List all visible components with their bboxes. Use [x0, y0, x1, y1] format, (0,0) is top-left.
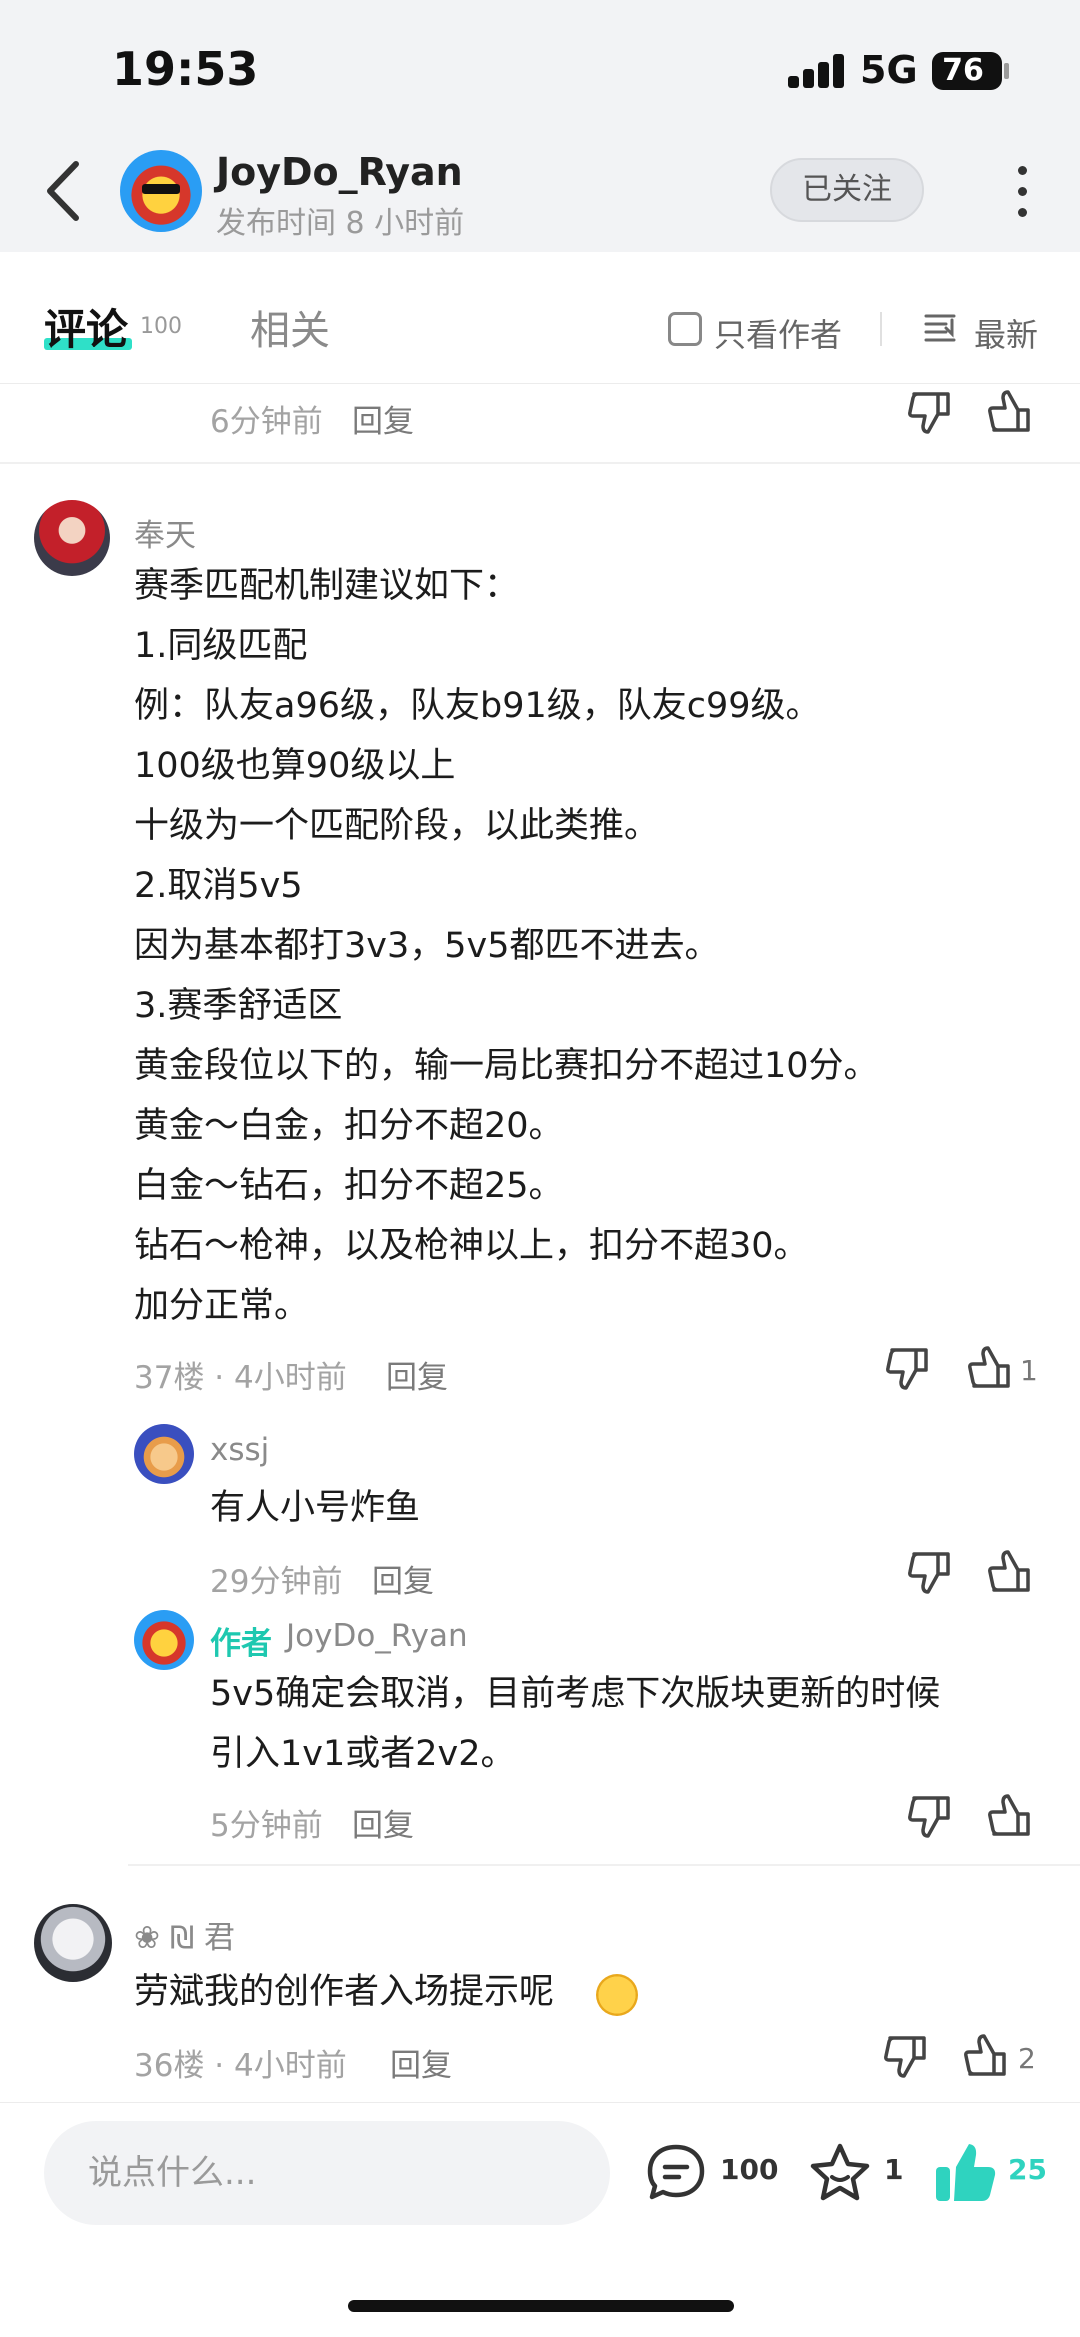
star-icon[interactable]	[808, 2141, 872, 2205]
author-badge: 作者	[210, 1626, 272, 1662]
comment-line: 3.赛季舒适区	[134, 986, 343, 1026]
commenter-name[interactable]: ❀ ₪ 君	[134, 1912, 235, 1957]
more-icon	[1018, 166, 1027, 175]
commenter-avatar[interactable]	[34, 500, 110, 576]
replier-avatar[interactable]	[134, 1610, 194, 1670]
dislike-icon[interactable]	[904, 1546, 956, 1598]
reply-line: 引入1v1或者2v2。	[210, 1734, 516, 1774]
like-total: 25	[1008, 2153, 1047, 2186]
like-icon[interactable]	[964, 1342, 1016, 1394]
comment-line: 黄金～白金，扣分不超20。	[134, 1106, 564, 1146]
like-icon[interactable]	[960, 2030, 1012, 2082]
comment-line: 白金～钻石，扣分不超25。	[134, 1166, 564, 1206]
reply-text: 有人小号炸鱼	[210, 1488, 421, 1528]
publish-time: 发布时间 8 小时前	[216, 206, 465, 241]
back-icon	[47, 161, 79, 221]
replier-avatar[interactable]	[134, 1424, 194, 1484]
sort-label[interactable]: 最新	[974, 310, 1038, 356]
sort-icon[interactable]	[924, 310, 958, 346]
dislike-icon[interactable]	[880, 2030, 932, 2082]
comment-line: 2.取消5v5	[134, 866, 303, 906]
comment-line: 钻石～枪神，以及枪神以上，扣分不超30。	[134, 1226, 809, 1266]
tab-comments[interactable]: 评论	[44, 296, 128, 357]
comments-count: 100	[140, 314, 182, 339]
checkbox-icon[interactable]	[668, 312, 702, 346]
reply-line: 5v5确定会取消，目前考虑下次版块更新的时候	[210, 1674, 941, 1714]
battery-cap	[1004, 63, 1009, 79]
signal-icon	[788, 54, 848, 88]
dislike-icon[interactable]	[882, 1342, 934, 1394]
replier-name[interactable]: xssj	[210, 1432, 269, 1468]
like-icon[interactable]	[984, 1546, 1036, 1598]
thumbs-up-filled-icon[interactable]	[934, 2141, 998, 2205]
commenter-name[interactable]: 奉天	[134, 510, 196, 555]
comment-input-box[interactable]	[44, 2121, 610, 2225]
author-name[interactable]: JoyDo_Ryan	[216, 150, 463, 194]
battery-level: 76	[942, 53, 984, 88]
comment-count: 100	[720, 2153, 779, 2186]
reply-button[interactable]: 回复	[390, 2040, 452, 2085]
battery-icon: 76	[932, 52, 1002, 90]
reply-button[interactable]: 回复	[352, 1800, 414, 1845]
comment-meta: 37楼 · 4小时前	[134, 1360, 347, 1396]
comment-input[interactable]	[44, 2121, 610, 2225]
reply-time: 29分钟前	[210, 1564, 343, 1600]
comment-line: 例：队友a96级，队友b91级，队友c99级。	[134, 686, 821, 726]
comment-line: 因为基本都打3v3，5v5都匹不进去。	[134, 926, 720, 966]
tab-related[interactable]: 相关	[250, 298, 330, 356]
only-author-label: 只看作者	[714, 316, 843, 354]
follow-button[interactable]: 已关注	[770, 158, 924, 222]
comment-meta: 36楼 · 4小时前	[134, 2048, 347, 2084]
comment-line: 1.同级匹配	[134, 626, 308, 666]
emoji-icon	[596, 1974, 638, 2016]
top-area: 19:53 5G 76 JoyDo_Ryan 发布时间 8 小时前 已关注	[0, 0, 1080, 252]
reply-button[interactable]: 回复	[386, 1352, 448, 1397]
like-count: 1	[1020, 1354, 1038, 1387]
more-button[interactable]	[1010, 166, 1034, 218]
author-avatar[interactable]	[120, 150, 202, 232]
dislike-icon[interactable]	[904, 386, 956, 438]
divider	[880, 312, 882, 346]
reply-button[interactable]: 回复	[352, 396, 414, 441]
home-indicator[interactable]	[348, 2300, 734, 2312]
comment-line: 赛季匹配机制建议如下：	[134, 566, 520, 606]
separator	[128, 1864, 1080, 1866]
reply-button[interactable]: 回复	[372, 1556, 434, 1601]
reply-time: 5分钟前	[210, 1808, 323, 1844]
comment-line: 100级也算90级以上	[134, 746, 456, 786]
like-icon[interactable]	[984, 386, 1036, 438]
reply-time: 6分钟前	[210, 404, 323, 440]
back-button[interactable]	[38, 158, 92, 224]
separator	[0, 462, 1080, 464]
dislike-icon[interactable]	[904, 1790, 956, 1842]
favorite-count: 1	[884, 2153, 904, 2186]
comment-line: 十级为一个匹配阶段，以此类推。	[134, 806, 660, 846]
status-time: 19:53	[112, 42, 259, 96]
like-icon[interactable]	[984, 1790, 1036, 1842]
comment-icon[interactable]	[644, 2141, 708, 2205]
network-label: 5G	[860, 48, 918, 92]
comment-line: 劳斌我的创作者入场提示呢	[134, 1972, 555, 2012]
replier-name[interactable]: JoyDo_Ryan	[286, 1618, 468, 1654]
comment-line: 黄金段位以下的，输一局比赛扣分不超过10分。	[134, 1046, 879, 1086]
commenter-avatar[interactable]	[34, 1904, 112, 1982]
comment-line: 加分正常。	[134, 1286, 310, 1326]
like-count: 2	[1018, 2042, 1036, 2075]
tab-bar: 评论 100 相关 只看作者 最新	[0, 252, 1080, 384]
